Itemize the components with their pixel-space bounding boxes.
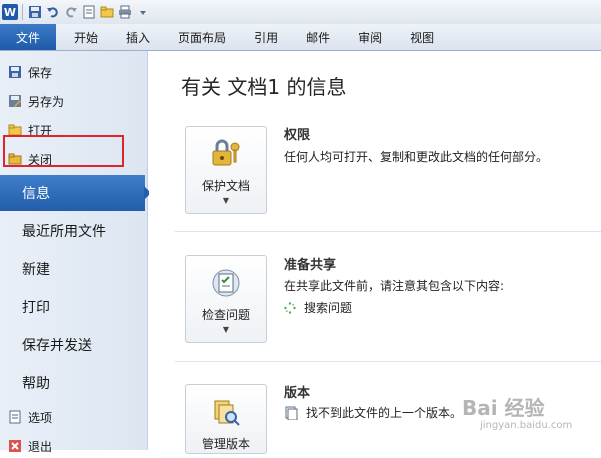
options-icon: [9, 410, 21, 424]
watermark-sub: jingyan.baidu.com: [480, 420, 573, 431]
document-versions-icon: [285, 406, 298, 420]
tab-home[interactable]: 开始: [60, 24, 112, 50]
nav-save-as-label: 另存为: [28, 94, 65, 109]
versions-item-label: 找不到此文件的上一个版本。: [306, 406, 463, 420]
inspect-document-icon: [212, 269, 240, 297]
tab-page-layout[interactable]: 页面布局: [164, 24, 240, 50]
save-icon: [9, 66, 21, 78]
redo-icon[interactable]: [63, 4, 79, 20]
nav-print[interactable]: 打印: [0, 289, 148, 325]
tab-review[interactable]: 审阅: [344, 24, 396, 50]
chevron-down-icon: ▼: [222, 196, 230, 205]
tab-insert[interactable]: 插入: [112, 24, 164, 50]
tab-references[interactable]: 引用: [240, 24, 292, 50]
backstage-nav: 保存 另存为 打开 关闭 信息 最近所用文件 新建 打印 保存并发送 帮助 选项…: [0, 51, 151, 454]
nav-save-as[interactable]: 另存为: [8, 89, 64, 113]
nav-options-label: 选项: [28, 410, 53, 425]
versions-title: 版本: [284, 386, 311, 401]
nav-info[interactable]: 信息: [0, 175, 151, 211]
versions-item: 找不到此文件的上一个版本。: [284, 404, 462, 421]
search-issues-item: 搜索问题: [284, 299, 352, 316]
nav-save[interactable]: 保存: [8, 60, 52, 84]
section-divider: [175, 231, 601, 232]
watermark-main: Bai 经验: [462, 396, 545, 420]
save-as-highlight: [3, 135, 124, 167]
exit-icon: [9, 440, 21, 452]
page-title: 有关 文档1 的信息: [181, 75, 347, 99]
tab-file[interactable]: 文件: [0, 24, 57, 50]
save-as-icon: [9, 95, 21, 107]
nav-new[interactable]: 新建: [0, 251, 148, 287]
search-issues-label: 搜索问题: [304, 301, 353, 315]
tab-view[interactable]: 视图: [396, 24, 448, 50]
tab-mailings[interactable]: 邮件: [292, 24, 344, 50]
section-divider: [175, 361, 601, 362]
check-issues-label: 检查问题: [201, 308, 250, 322]
toolbar-separator: [22, 4, 23, 20]
protect-document-button[interactable]: 保护文档 ▼: [185, 126, 267, 214]
word-logo-icon[interactable]: W: [2, 4, 18, 20]
permissions-title: 权限: [284, 128, 311, 143]
info-panel: 有关 文档1 的信息 保护文档 ▼ 权限 任何人均可打开、复制和更改此文档的任何…: [149, 51, 601, 454]
baidu-watermark: Bai 经验 jingyan.baidu.com: [462, 392, 592, 440]
save-icon[interactable]: [27, 4, 43, 20]
lock-key-icon: [212, 139, 240, 166]
loading-spinner-icon: [284, 301, 296, 314]
print-icon[interactable]: [117, 4, 133, 20]
nav-exit-label: 退出: [28, 439, 53, 454]
ribbon-tabs: 文件 开始 插入 页面布局 引用 邮件 审阅 视图: [0, 24, 601, 51]
manage-versions-button[interactable]: 管理版本: [185, 384, 267, 454]
quick-access-toolbar: W: [0, 0, 601, 24]
nav-options[interactable]: 选项: [8, 405, 52, 429]
open-icon[interactable]: [99, 4, 115, 20]
nav-save-send[interactable]: 保存并发送: [0, 327, 148, 363]
nav-exit[interactable]: 退出: [8, 434, 52, 458]
undo-icon[interactable]: [45, 4, 61, 20]
manage-versions-icon: [214, 400, 240, 426]
customize-toolbar-icon[interactable]: [135, 4, 151, 20]
permissions-description: 任何人均可打开、复制和更改此文档的任何部分。: [284, 150, 549, 164]
nav-recent[interactable]: 最近所用文件: [0, 213, 148, 249]
new-doc-icon[interactable]: [81, 4, 97, 20]
check-issues-button[interactable]: 检查问题 ▼: [185, 255, 267, 343]
protect-document-label: 保护文档: [201, 179, 250, 193]
manage-versions-label: 管理版本: [201, 437, 250, 451]
chevron-down-icon: ▼: [222, 325, 230, 334]
nav-save-label: 保存: [28, 65, 53, 80]
sharing-title: 准备共享: [284, 258, 337, 273]
sharing-description: 在共享此文件前，请注意其包含以下内容:: [284, 279, 505, 293]
nav-help[interactable]: 帮助: [0, 365, 148, 401]
